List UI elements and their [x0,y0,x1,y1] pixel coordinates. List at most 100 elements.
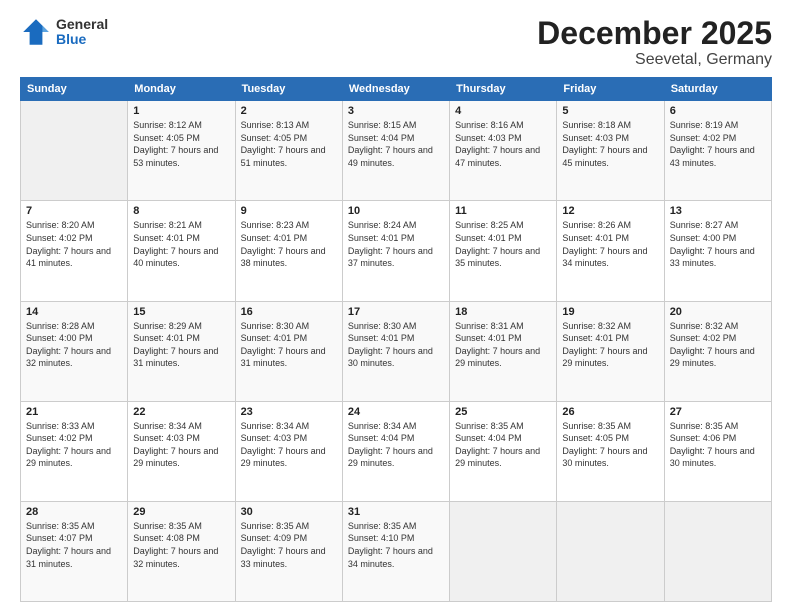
sunset-text: Sunset: 4:01 PM [455,333,522,343]
daylight-text: Daylight: 7 hours and 49 minutes. [348,145,433,168]
day-info: Sunrise: 8:18 AM Sunset: 4:03 PM Dayligh… [562,119,658,169]
daylight-text: Daylight: 7 hours and 29 minutes. [670,346,755,369]
day-info: Sunrise: 8:15 AM Sunset: 4:04 PM Dayligh… [348,119,444,169]
sunrise-text: Sunrise: 8:30 AM [348,321,417,331]
table-row: 16 Sunrise: 8:30 AM Sunset: 4:01 PM Dayl… [235,301,342,401]
logo-icon [20,16,52,48]
sunset-text: Sunset: 4:01 PM [348,233,415,243]
day-number: 7 [26,205,122,217]
sunrise-text: Sunrise: 8:35 AM [26,521,95,531]
sunset-text: Sunset: 4:04 PM [455,433,522,443]
daylight-text: Daylight: 7 hours and 38 minutes. [241,246,326,269]
table-row: 17 Sunrise: 8:30 AM Sunset: 4:01 PM Dayl… [342,301,449,401]
day-info: Sunrise: 8:35 AM Sunset: 4:08 PM Dayligh… [133,520,229,570]
sunrise-text: Sunrise: 8:33 AM [26,421,95,431]
sunset-text: Sunset: 4:03 PM [133,433,200,443]
col-monday: Monday [128,78,235,101]
daylight-text: Daylight: 7 hours and 32 minutes. [133,546,218,569]
table-row: 28 Sunrise: 8:35 AM Sunset: 4:07 PM Dayl… [21,501,128,601]
day-number: 4 [455,105,551,117]
day-info: Sunrise: 8:13 AM Sunset: 4:05 PM Dayligh… [241,119,337,169]
table-row: 22 Sunrise: 8:34 AM Sunset: 4:03 PM Dayl… [128,401,235,501]
table-row: 11 Sunrise: 8:25 AM Sunset: 4:01 PM Dayl… [450,201,557,301]
calendar-week-row: 14 Sunrise: 8:28 AM Sunset: 4:00 PM Dayl… [21,301,772,401]
sunset-text: Sunset: 4:01 PM [562,333,629,343]
sunrise-text: Sunrise: 8:19 AM [670,120,739,130]
day-info: Sunrise: 8:35 AM Sunset: 4:04 PM Dayligh… [455,420,551,470]
sunrise-text: Sunrise: 8:24 AM [348,220,417,230]
table-row: 20 Sunrise: 8:32 AM Sunset: 4:02 PM Dayl… [664,301,771,401]
page-title: December 2025 [537,16,772,51]
sunset-text: Sunset: 4:05 PM [562,433,629,443]
col-tuesday: Tuesday [235,78,342,101]
day-number: 2 [241,105,337,117]
day-number: 10 [348,205,444,217]
table-row [557,501,664,601]
daylight-text: Daylight: 7 hours and 31 minutes. [26,546,111,569]
day-info: Sunrise: 8:34 AM Sunset: 4:03 PM Dayligh… [241,420,337,470]
day-number: 27 [670,406,766,418]
table-row [664,501,771,601]
daylight-text: Daylight: 7 hours and 43 minutes. [670,145,755,168]
sunrise-text: Sunrise: 8:35 AM [562,421,631,431]
sunrise-text: Sunrise: 8:25 AM [455,220,524,230]
sunrise-text: Sunrise: 8:35 AM [455,421,524,431]
sunset-text: Sunset: 4:03 PM [241,433,308,443]
day-number: 17 [348,306,444,318]
day-number: 13 [670,205,766,217]
daylight-text: Daylight: 7 hours and 30 minutes. [562,446,647,469]
day-info: Sunrise: 8:20 AM Sunset: 4:02 PM Dayligh… [26,219,122,269]
day-number: 18 [455,306,551,318]
day-number: 5 [562,105,658,117]
sunset-text: Sunset: 4:05 PM [241,133,308,143]
sunrise-text: Sunrise: 8:26 AM [562,220,631,230]
day-number: 29 [133,506,229,518]
title-block: December 2025 Seevetal, Germany [537,16,772,69]
daylight-text: Daylight: 7 hours and 29 minutes. [241,446,326,469]
daylight-text: Daylight: 7 hours and 29 minutes. [562,346,647,369]
day-info: Sunrise: 8:35 AM Sunset: 4:06 PM Dayligh… [670,420,766,470]
day-info: Sunrise: 8:35 AM Sunset: 4:07 PM Dayligh… [26,520,122,570]
daylight-text: Daylight: 7 hours and 45 minutes. [562,145,647,168]
daylight-text: Daylight: 7 hours and 53 minutes. [133,145,218,168]
daylight-text: Daylight: 7 hours and 32 minutes. [26,346,111,369]
day-info: Sunrise: 8:34 AM Sunset: 4:03 PM Dayligh… [133,420,229,470]
day-number: 1 [133,105,229,117]
day-info: Sunrise: 8:31 AM Sunset: 4:01 PM Dayligh… [455,320,551,370]
sunset-text: Sunset: 4:09 PM [241,533,308,543]
calendar-week-row: 21 Sunrise: 8:33 AM Sunset: 4:02 PM Dayl… [21,401,772,501]
table-row: 21 Sunrise: 8:33 AM Sunset: 4:02 PM Dayl… [21,401,128,501]
day-number: 12 [562,205,658,217]
day-number: 19 [562,306,658,318]
day-info: Sunrise: 8:29 AM Sunset: 4:01 PM Dayligh… [133,320,229,370]
table-row: 9 Sunrise: 8:23 AM Sunset: 4:01 PM Dayli… [235,201,342,301]
sunrise-text: Sunrise: 8:21 AM [133,220,202,230]
day-info: Sunrise: 8:16 AM Sunset: 4:03 PM Dayligh… [455,119,551,169]
daylight-text: Daylight: 7 hours and 41 minutes. [26,246,111,269]
sunrise-text: Sunrise: 8:18 AM [562,120,631,130]
day-info: Sunrise: 8:35 AM Sunset: 4:10 PM Dayligh… [348,520,444,570]
page: General Blue December 2025 Seevetal, Ger… [0,0,792,612]
sunset-text: Sunset: 4:07 PM [26,533,93,543]
daylight-text: Daylight: 7 hours and 47 minutes. [455,145,540,168]
day-info: Sunrise: 8:30 AM Sunset: 4:01 PM Dayligh… [348,320,444,370]
day-info: Sunrise: 8:25 AM Sunset: 4:01 PM Dayligh… [455,219,551,269]
table-row: 27 Sunrise: 8:35 AM Sunset: 4:06 PM Dayl… [664,401,771,501]
day-info: Sunrise: 8:26 AM Sunset: 4:01 PM Dayligh… [562,219,658,269]
col-wednesday: Wednesday [342,78,449,101]
daylight-text: Daylight: 7 hours and 29 minutes. [455,446,540,469]
day-info: Sunrise: 8:30 AM Sunset: 4:01 PM Dayligh… [241,320,337,370]
logo-blue-text: Blue [56,32,108,47]
sunset-text: Sunset: 4:02 PM [670,133,737,143]
day-number: 14 [26,306,122,318]
calendar-table: Sunday Monday Tuesday Wednesday Thursday… [20,77,772,602]
sunset-text: Sunset: 4:05 PM [133,133,200,143]
calendar-week-row: 1 Sunrise: 8:12 AM Sunset: 4:05 PM Dayli… [21,101,772,201]
day-info: Sunrise: 8:21 AM Sunset: 4:01 PM Dayligh… [133,219,229,269]
day-number: 11 [455,205,551,217]
day-info: Sunrise: 8:35 AM Sunset: 4:09 PM Dayligh… [241,520,337,570]
daylight-text: Daylight: 7 hours and 35 minutes. [455,246,540,269]
day-info: Sunrise: 8:19 AM Sunset: 4:02 PM Dayligh… [670,119,766,169]
sunset-text: Sunset: 4:01 PM [241,233,308,243]
calendar-week-row: 28 Sunrise: 8:35 AM Sunset: 4:07 PM Dayl… [21,501,772,601]
